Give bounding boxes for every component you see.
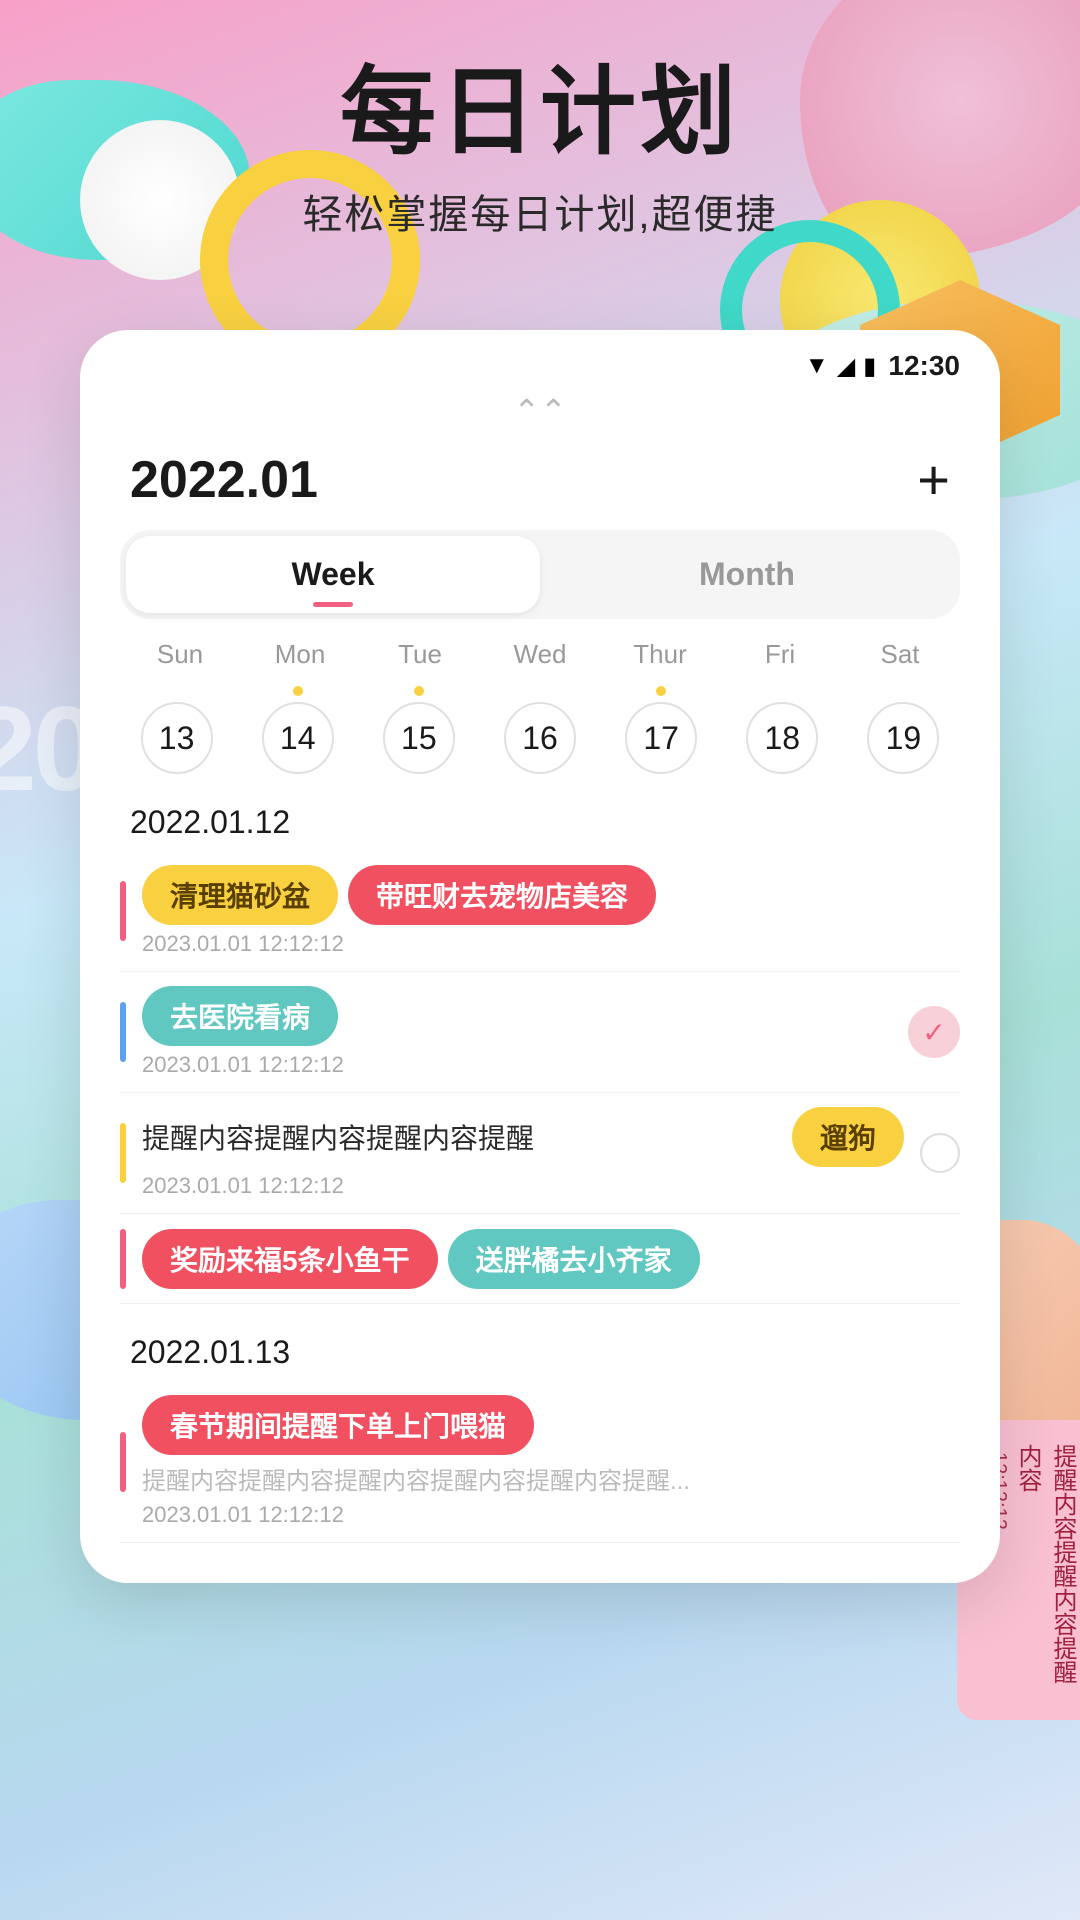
task-item-1[interactable]: 清理猫砂盆 带旺财去宠物店美容 2023.01.01 12:12:12: [120, 851, 960, 972]
dot-14: [293, 686, 303, 696]
section-label-1: 2022.01.12: [80, 774, 1000, 851]
day-label-fri: Fri: [720, 639, 840, 670]
scroll-indicator: ⌃⌃: [80, 382, 1000, 430]
task-meta-5: 2023.01.01 12:12:12: [142, 1502, 960, 1528]
calendar-current-date: 2022.01: [130, 450, 318, 510]
task-item-2[interactable]: 去医院看病 2023.01.01 12:12:12 ✓: [120, 972, 960, 1093]
task-title-row-1: 清理猫砂盆 带旺财去宠物店美容: [142, 865, 960, 925]
chip-spring-festival[interactable]: 春节期间提醒下单上门喂猫: [142, 1395, 534, 1455]
chip-hospital[interactable]: 去医院看病: [142, 986, 338, 1046]
chip-reward-fish[interactable]: 奖励来福5条小鱼干: [142, 1229, 438, 1289]
signal-icon: ◢: [837, 352, 855, 381]
phone-card: ▼ ◢ ▮ 12:30 ⌃⌃ 2022.01 + Week Month Sun …: [80, 330, 1000, 1583]
day-cell-18[interactable]: 18: [726, 686, 839, 774]
task-check-2[interactable]: ✓: [908, 1006, 960, 1058]
dot-13: [172, 686, 182, 696]
task-bar-5: [120, 1432, 126, 1492]
task-list-1: 清理猫砂盆 带旺财去宠物店美容 2023.01.01 12:12:12 去医院看…: [80, 851, 1000, 1304]
task-meta-3: 2023.01.01 12:12:12: [142, 1173, 904, 1199]
task-title-row-2: 去医院看病: [142, 986, 892, 1046]
day-label-thur: Thur: [600, 639, 720, 670]
task-content-1: 清理猫砂盆 带旺财去宠物店美容 2023.01.01 12:12:12: [142, 865, 960, 957]
task-meta-2: 2023.01.01 12:12:12: [142, 1052, 892, 1078]
day-cell-16[interactable]: 16: [483, 686, 596, 774]
day-num-14: 14: [262, 702, 334, 774]
day-label-mon: Mon: [240, 639, 360, 670]
task-bar-2: [120, 1002, 126, 1062]
dot-18: [777, 686, 787, 696]
task-meta-1: 2023.01.01 12:12:12: [142, 931, 960, 957]
day-num-19: 19: [867, 702, 939, 774]
day-label-sat: Sat: [840, 639, 960, 670]
day-num-17: 17: [625, 702, 697, 774]
task-bar-4: [120, 1229, 126, 1289]
task-text-3: 提醒内容提醒内容提醒内容提醒: [142, 1117, 782, 1157]
task-title-row-4: 奖励来福5条小鱼干 送胖橘去小齐家: [142, 1229, 960, 1289]
task-item-5[interactable]: 春节期间提醒下单上门喂猫 提醒内容提醒内容提醒内容提醒内容提醒内容提醒... 2…: [120, 1381, 960, 1543]
day-num-16: 16: [504, 702, 576, 774]
task-title-row-3: 提醒内容提醒内容提醒内容提醒 遛狗: [142, 1107, 904, 1167]
task-item-4[interactable]: 奖励来福5条小鱼干 送胖橘去小齐家: [120, 1214, 960, 1304]
day-cell-17[interactable]: 17: [605, 686, 718, 774]
chip-walk-dog[interactable]: 遛狗: [792, 1107, 904, 1167]
task-list-2: 春节期间提醒下单上门喂猫 提醒内容提醒内容提醒内容提醒内容提醒内容提醒... 2…: [80, 1381, 1000, 1543]
wifi-icon: ▼: [805, 352, 829, 380]
task-text-5: 提醒内容提醒内容提醒内容提醒内容提醒内容提醒...: [142, 1461, 960, 1496]
task-content-3: 提醒内容提醒内容提醒内容提醒 遛狗 2023.01.01 12:12:12: [142, 1107, 904, 1199]
task-item-3[interactable]: 提醒内容提醒内容提醒内容提醒 遛狗 2023.01.01 12:12:12: [120, 1093, 960, 1214]
task-bar-1: [120, 881, 126, 941]
day-cell-19[interactable]: 19: [847, 686, 960, 774]
header-section: 每日计划 轻松掌握每日计划,超便捷: [0, 60, 1080, 240]
task-content-5: 春节期间提醒下单上门喂猫 提醒内容提醒内容提醒内容提醒内容提醒内容提醒... 2…: [142, 1395, 960, 1528]
chip-send-cat[interactable]: 送胖橘去小齐家: [448, 1229, 700, 1289]
chip-clean-litter[interactable]: 清理猫砂盆: [142, 865, 338, 925]
task-bar-3: [120, 1123, 126, 1183]
dot-17: [656, 686, 666, 696]
day-label-sun: Sun: [120, 639, 240, 670]
tab-week[interactable]: Week: [126, 536, 540, 613]
app-title: 每日计划: [0, 60, 1080, 166]
chip-pet-beauty[interactable]: 带旺财去宠物店美容: [348, 865, 656, 925]
dot-15: [414, 686, 424, 696]
day-cell-15[interactable]: 15: [362, 686, 475, 774]
section-label-2: 2022.01.13: [80, 1304, 1000, 1381]
dot-19: [898, 686, 908, 696]
day-cell-13[interactable]: 13: [120, 686, 233, 774]
status-bar: ▼ ◢ ▮ 12:30: [80, 330, 1000, 382]
battery-icon: ▮: [863, 352, 876, 381]
status-icons: ▼ ◢ ▮: [805, 352, 876, 381]
task-content-4: 奖励来福5条小鱼干 送胖橘去小齐家: [142, 1229, 960, 1289]
calendar-header: 2022.01 +: [80, 430, 1000, 520]
day-label-tue: Tue: [360, 639, 480, 670]
add-event-button[interactable]: +: [917, 452, 950, 508]
status-time: 12:30: [888, 350, 960, 382]
check-icon: ✓: [922, 1016, 945, 1049]
day-label-wed: Wed: [480, 639, 600, 670]
task-title-row-5: 春节期间提醒下单上门喂猫: [142, 1395, 960, 1455]
day-num-15: 15: [383, 702, 455, 774]
day-labels: Sun Mon Tue Wed Thur Fri Sat: [80, 639, 1000, 670]
tab-month[interactable]: Month: [540, 536, 954, 613]
day-num-13: 13: [141, 702, 213, 774]
day-cell-14[interactable]: 14: [241, 686, 354, 774]
view-toggle: Week Month: [120, 530, 960, 619]
task-content-2: 去医院看病 2023.01.01 12:12:12: [142, 986, 892, 1078]
day-numbers: 13 14 15 16 17 18 19: [80, 686, 1000, 774]
task-radio-3[interactable]: [920, 1133, 960, 1173]
app-subtitle: 轻松掌握每日计划,超便捷: [0, 182, 1080, 240]
day-num-18: 18: [746, 702, 818, 774]
dot-16: [535, 686, 545, 696]
